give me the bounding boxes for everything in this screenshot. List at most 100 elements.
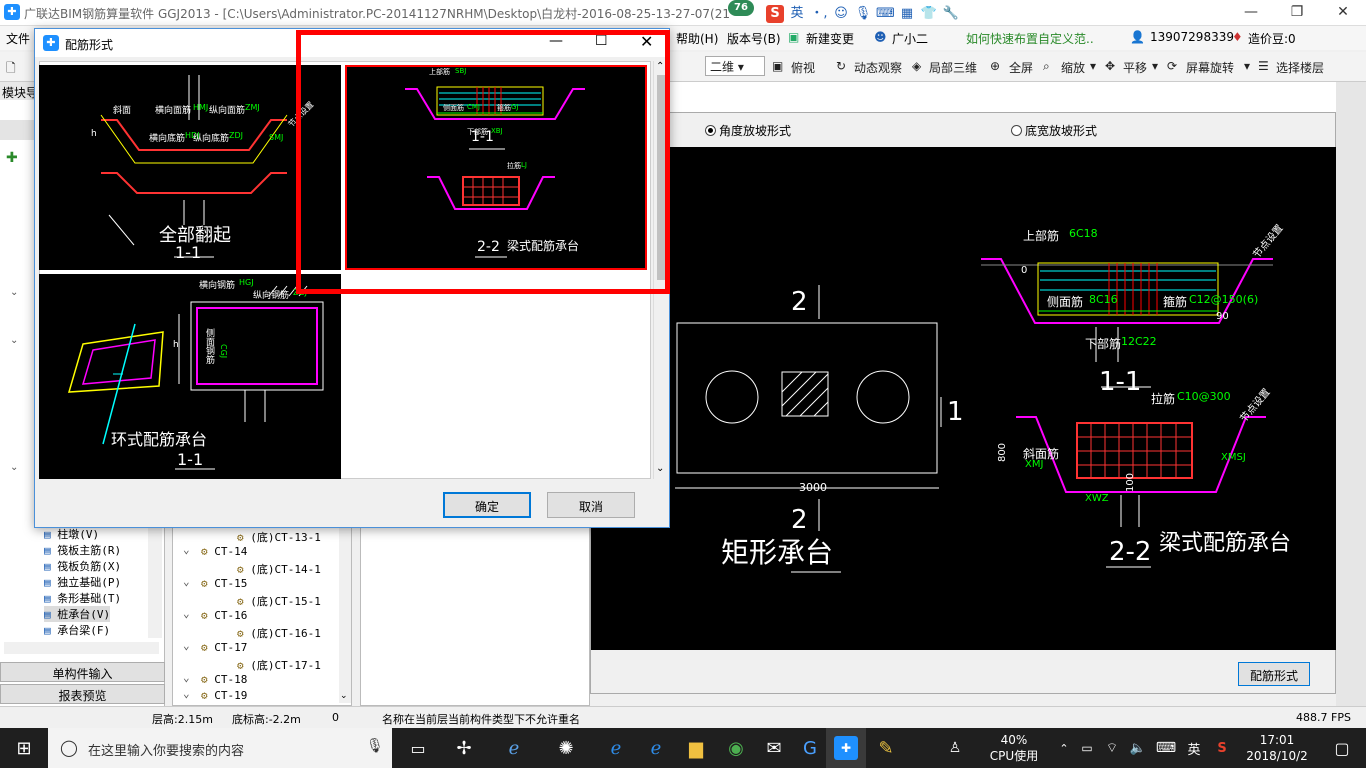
tree-item[interactable]: ⌄ ⚙ CT-19 bbox=[183, 687, 247, 702]
option-scrollbar[interactable]: ⌃ ⌄ bbox=[653, 61, 667, 479]
option-full-bent[interactable]: 横向面筋 HMJ 纵向面筋 ZMJ 横向底筋 HDJ 纵向底筋 ZDJ 斜面 S… bbox=[39, 65, 341, 270]
keyboard-icon[interactable]: ⌨ bbox=[1152, 728, 1180, 768]
emoji-icon[interactable]: ☺ bbox=[832, 5, 850, 23]
microphone-icon[interactable]: 🎙 bbox=[854, 5, 872, 23]
menu-new-change[interactable]: 新建变更 bbox=[806, 30, 854, 47]
close-button[interactable]: ✕ bbox=[1320, 0, 1366, 26]
speaker-icon[interactable]: 🔈 bbox=[1126, 728, 1150, 768]
orbit-icon[interactable]: ↻ bbox=[836, 59, 846, 73]
module-item[interactable]: ▤ 承台梁(F) bbox=[44, 622, 110, 638]
chevron-down-icon[interactable]: ▾ bbox=[1090, 59, 1096, 73]
local3d-icon[interactable]: ◈ bbox=[912, 59, 921, 73]
menu-help[interactable]: 帮助(H) bbox=[676, 30, 718, 47]
tree-child-item[interactable]: ⚙ (底)CT-16-1 bbox=[237, 625, 321, 641]
sogou-tray-icon[interactable]: S bbox=[1210, 728, 1234, 768]
toolbar-local3d[interactable]: 局部三维 bbox=[929, 59, 977, 76]
option-beam-type[interactable]: 上部筋 SBJ 侧面筋 CMJ 箍筋 GJ 下部筋 XBJ 拉筋 LJ 1-1 … bbox=[345, 65, 647, 270]
new-file-icon[interactable]: 🗋 bbox=[6, 59, 16, 80]
notification-badge[interactable]: 76 bbox=[728, 0, 754, 16]
menu-file[interactable]: 文件 bbox=[6, 30, 30, 47]
tree-item[interactable]: ⌄ ⚙ CT-18 bbox=[183, 671, 247, 686]
glodon-app-active[interactable]: ✚ bbox=[826, 728, 866, 768]
microphone-icon[interactable]: 🎙 bbox=[366, 738, 384, 754]
chevron-down-icon[interactable]: ⌄ bbox=[10, 462, 18, 473]
taskbar-lang[interactable]: 英 bbox=[1182, 728, 1206, 768]
grid-icon[interactable]: ▦ bbox=[898, 5, 916, 23]
toolbar-select-floor[interactable]: 选择楼层 bbox=[1276, 59, 1324, 76]
cpu-monitor[interactable]: 40% CPU使用 bbox=[984, 732, 1044, 764]
ime-punct[interactable]: ・, bbox=[810, 5, 828, 23]
module-item[interactable]: ▤ 筏板主筋(R) bbox=[44, 542, 121, 558]
chevron-down-icon[interactable]: ⌄ bbox=[183, 671, 190, 684]
tree-item[interactable]: ⌄ ⚙ CT-15 bbox=[183, 575, 247, 590]
toolbar-dynamic[interactable]: 动态观察 bbox=[854, 59, 902, 76]
zoom-icon[interactable]: ⌕ bbox=[1043, 59, 1050, 74]
chevron-down-icon[interactable]: ⌄ bbox=[183, 543, 190, 556]
module-item[interactable]: ▤ 独立基础(P) bbox=[44, 574, 121, 590]
toolbar-pan[interactable]: 平移 bbox=[1123, 59, 1147, 76]
option-ring-type[interactable]: 横向钢筋 HGJ 纵向钢筋 ZGJ 侧面钢筋 CGJ h 环式配筋承台 1-1 bbox=[39, 274, 341, 479]
cancel-button[interactable]: 取消 bbox=[547, 492, 635, 518]
restore-button[interactable]: ❐ bbox=[1274, 0, 1320, 26]
module-item[interactable]: ▤ 桩承台(V) bbox=[44, 606, 111, 622]
chevron-down-icon[interactable]: ⌄ bbox=[10, 287, 18, 298]
green-app-icon[interactable]: ◉ bbox=[716, 728, 756, 768]
radio-width[interactable]: 底宽放坡形式 bbox=[1011, 122, 1097, 139]
ime-lang[interactable]: 英 bbox=[788, 5, 806, 23]
battery-icon[interactable]: ▭ bbox=[1076, 728, 1098, 768]
shirt-icon[interactable]: 👕 bbox=[920, 5, 938, 23]
fan-app-icon[interactable]: ✢ bbox=[444, 728, 484, 768]
chevron-down-icon[interactable]: ⌄ bbox=[183, 607, 190, 620]
view-icon[interactable]: ▣ bbox=[772, 59, 783, 73]
tree-item[interactable]: ⌄ ⚙ CT-17 bbox=[183, 639, 247, 654]
chevron-up-icon[interactable]: ⌃ bbox=[1054, 728, 1074, 768]
rotate-icon[interactable]: ⟳ bbox=[1167, 59, 1177, 73]
module-list-scrollbar[interactable] bbox=[148, 526, 162, 638]
radio-angle-dot[interactable] bbox=[705, 125, 716, 136]
windows-start-icon[interactable]: ⊞ bbox=[0, 728, 48, 768]
layers-icon[interactable]: ☰ bbox=[1258, 59, 1269, 73]
taskbar-search[interactable]: ◯ 在这里输入你要搜索的内容 🎙 bbox=[48, 728, 392, 768]
tree-child-item[interactable]: ⚙ (底)CT-13-1 bbox=[237, 529, 321, 545]
tree-item[interactable]: ⌄ ⚙ CT-16 bbox=[183, 607, 247, 622]
minimize-button[interactable]: — bbox=[1228, 0, 1274, 26]
tab-report-preview[interactable]: 报表预览 bbox=[0, 684, 165, 704]
mail-icon[interactable]: ✉ bbox=[754, 728, 794, 768]
keyboard-icon[interactable]: ⌨ bbox=[876, 5, 895, 23]
glodon-g-icon[interactable]: G bbox=[790, 728, 830, 768]
scrollbar-thumb[interactable] bbox=[657, 75, 665, 280]
radio-width-dot[interactable] bbox=[1011, 125, 1022, 136]
wifi-icon[interactable]: ⌔ bbox=[1100, 728, 1124, 768]
task-view-icon[interactable]: ▭ bbox=[400, 728, 436, 768]
ime-toolbar[interactable]: S 英 ・, ☺ 🎙 ⌨ ▦ 👕 🔧 bbox=[766, 4, 960, 24]
toolbar-fullscreen[interactable]: 全屏 bbox=[1009, 59, 1033, 76]
pan-icon[interactable]: ✥ bbox=[1105, 59, 1115, 73]
edge-icon[interactable]: ℯ bbox=[596, 728, 636, 768]
rebar-form-button[interactable]: 配筋形式 bbox=[1238, 662, 1310, 686]
tree-scrollbar[interactable]: ⌄ bbox=[339, 503, 351, 703]
add-icon[interactable]: ✚ bbox=[6, 150, 18, 166]
tree-child-item[interactable]: ⚙ (底)CT-15-1 bbox=[237, 593, 321, 609]
tree-item[interactable]: ⌄ ⚙ CT-14 bbox=[183, 543, 247, 558]
wrench-icon[interactable]: 🔧 bbox=[942, 5, 960, 23]
maximize-icon[interactable]: ☐ bbox=[595, 33, 608, 49]
ok-button[interactable]: 确定 bbox=[443, 492, 531, 518]
chevron-down-icon[interactable]: ⌄ bbox=[656, 463, 664, 474]
network-app-icon[interactable]: ✺ bbox=[546, 728, 586, 768]
minimize-icon[interactable]: — bbox=[549, 33, 563, 49]
toolbar-rotate[interactable]: 屏幕旋转 bbox=[1186, 59, 1234, 76]
sogou-logo-icon[interactable]: S bbox=[766, 5, 784, 23]
fullscreen-icon[interactable]: ⊕ bbox=[990, 59, 1000, 73]
module-hscrollbar[interactable] bbox=[4, 642, 159, 654]
notification-icon[interactable]: ▢ bbox=[1322, 728, 1362, 768]
module-item[interactable]: ▤ 柱墩(V) bbox=[44, 526, 99, 542]
menu-tip-link[interactable]: 如何快速布置自定义范.. bbox=[966, 30, 1094, 47]
tree-child-item[interactable]: ⚙ (底)CT-14-1 bbox=[237, 561, 321, 577]
chevron-down-icon[interactable]: ⌄ bbox=[183, 687, 190, 700]
chevron-down-icon[interactable]: ⌄ bbox=[183, 639, 190, 652]
menu-phone[interactable]: 13907298339 bbox=[1150, 30, 1234, 44]
menu-assistant[interactable]: 广小二 bbox=[892, 30, 928, 47]
chevron-down-icon[interactable]: ▾ bbox=[1152, 59, 1158, 73]
module-item[interactable]: ▤ 条形基础(T) bbox=[44, 590, 121, 606]
clock[interactable]: 17:01 2018/10/2 bbox=[1240, 732, 1314, 764]
